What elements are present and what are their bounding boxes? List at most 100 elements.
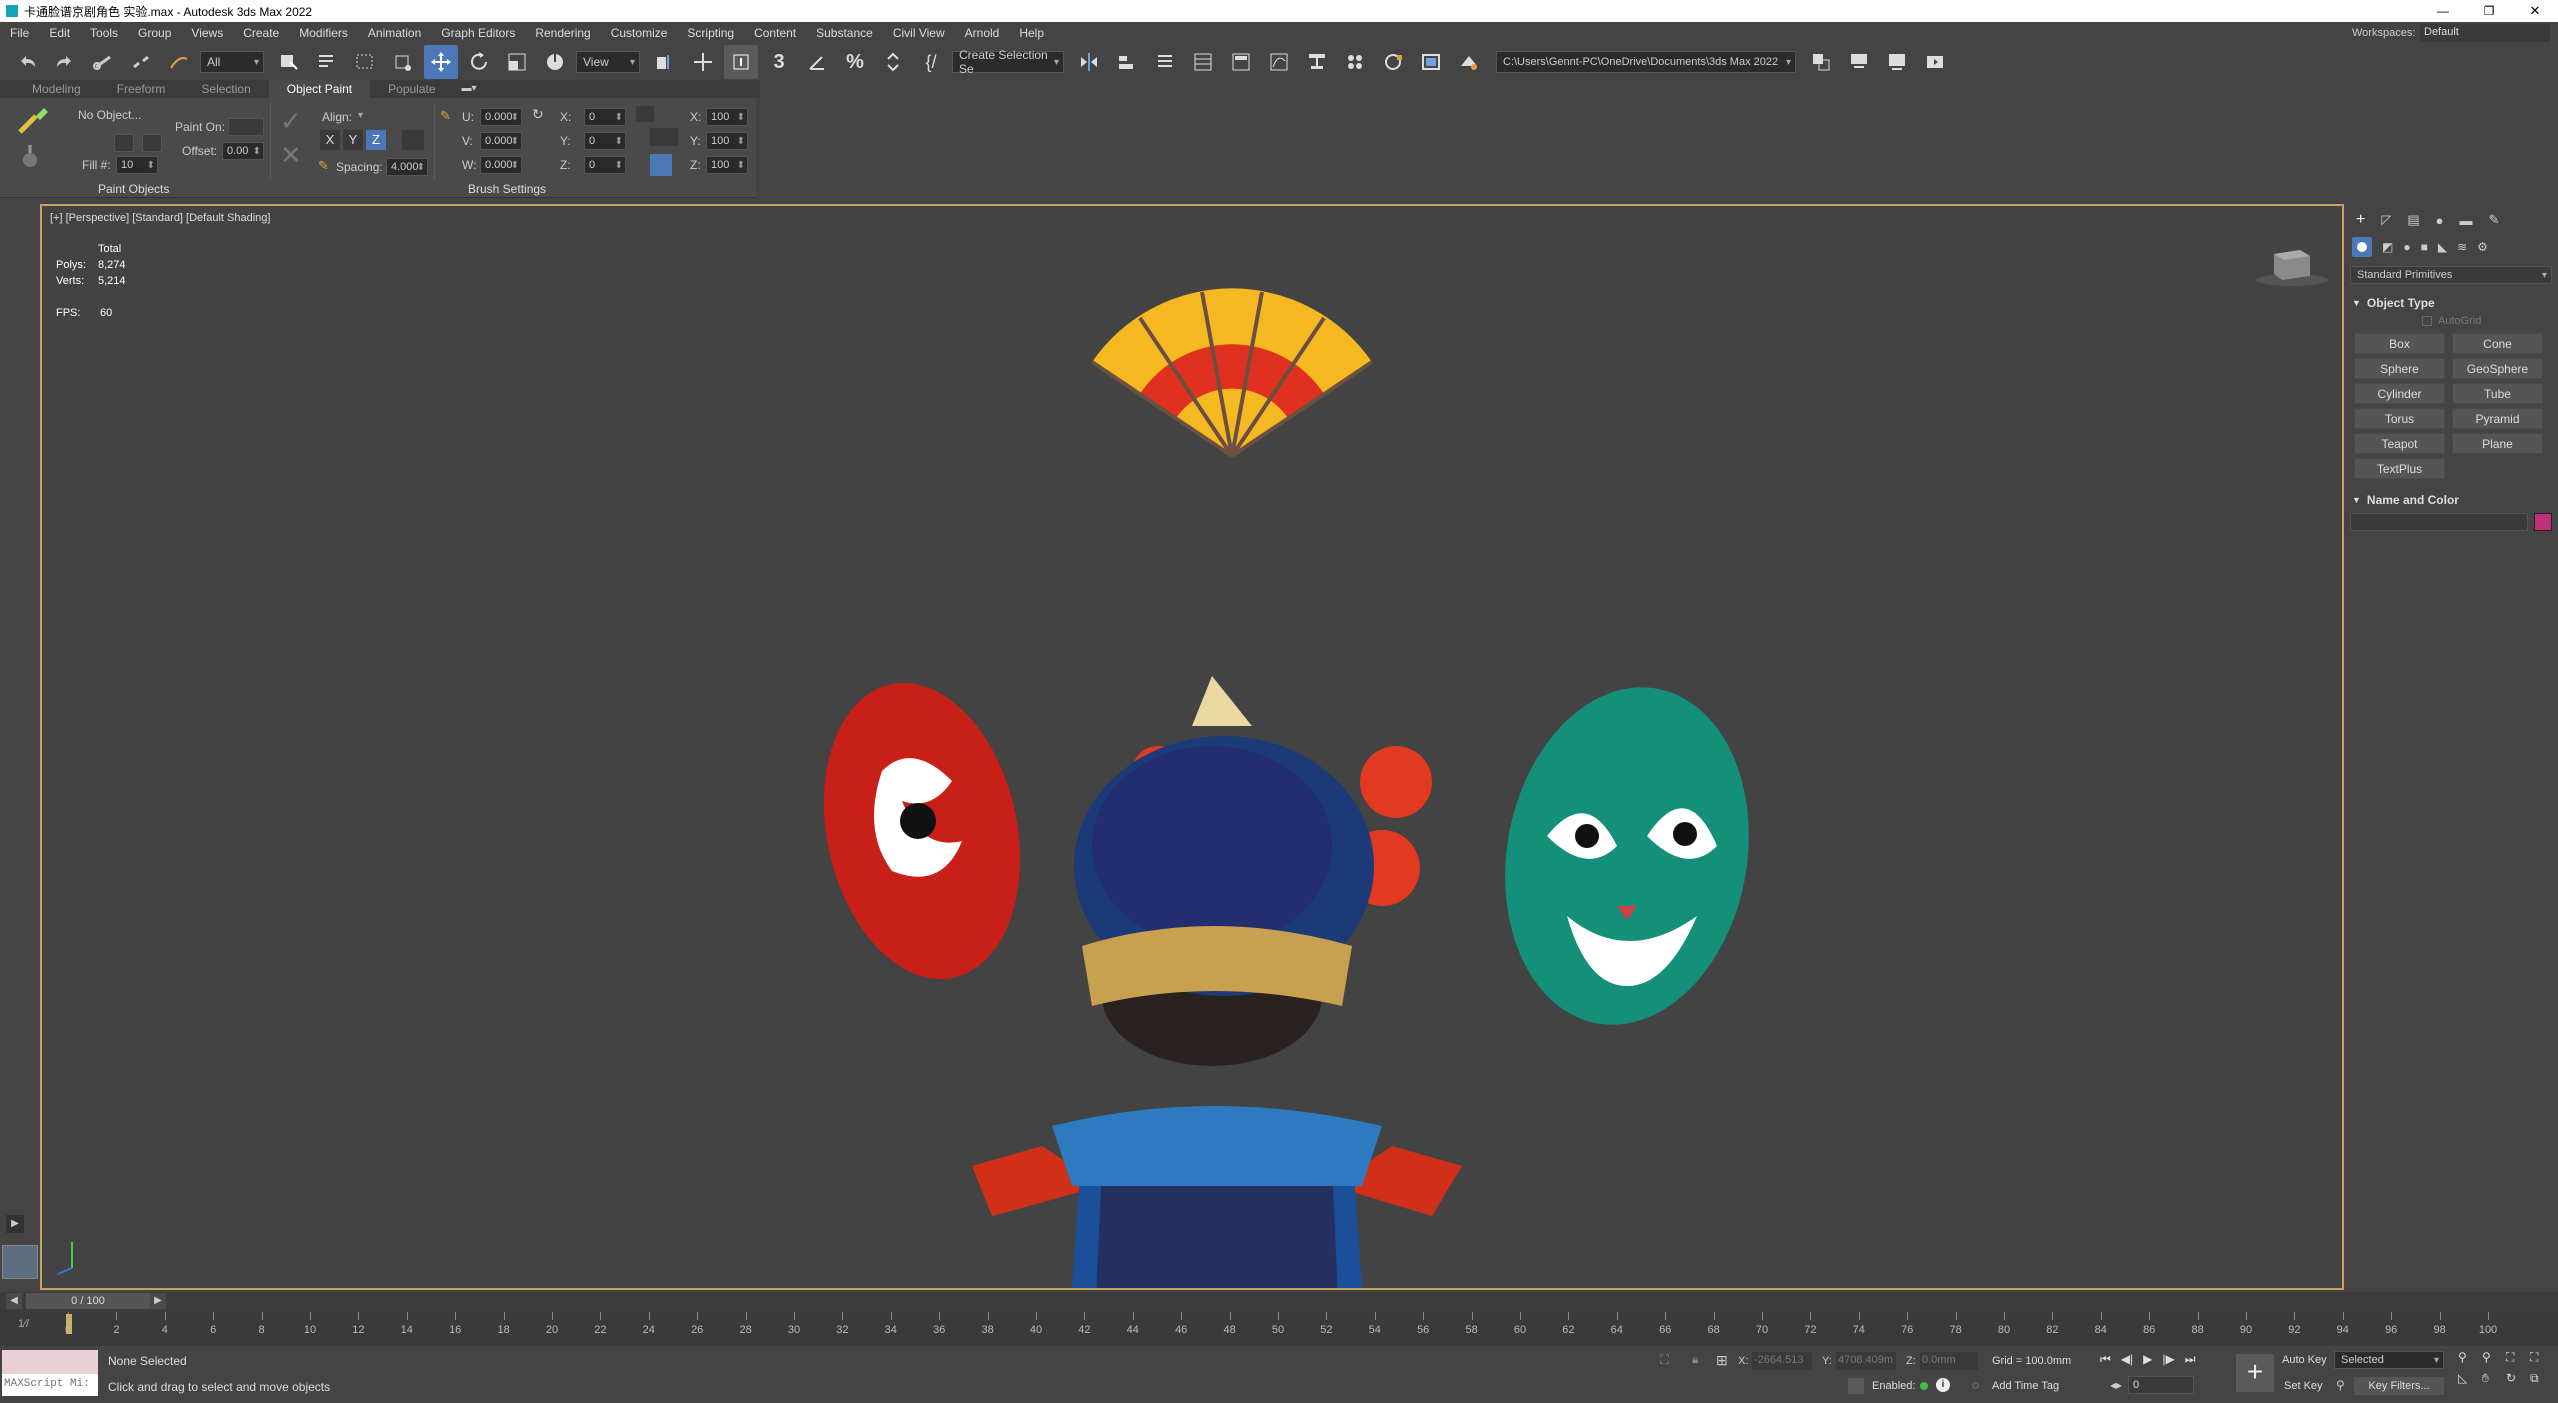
selection-lock-icon[interactable]: 🔒︎ xyxy=(1692,1352,1698,1367)
select-place-icon[interactable] xyxy=(538,45,572,79)
cameras-icon[interactable]: ■ xyxy=(2421,240,2428,254)
commit-checkmark-icon[interactable]: ✓ xyxy=(280,106,302,137)
close-button[interactable]: ✕ xyxy=(2512,0,2558,22)
object-name-input[interactable] xyxy=(2350,513,2528,531)
lights-icon[interactable]: ● xyxy=(2403,240,2410,254)
toggle-scene-explorer-icon[interactable] xyxy=(1148,45,1182,79)
brush-settings-group-label[interactable]: Brush Settings xyxy=(468,182,546,196)
auto-key-button[interactable]: Auto Key xyxy=(2282,1354,2327,1366)
redo-icon[interactable] xyxy=(48,45,82,79)
material-editor-icon[interactable] xyxy=(1338,45,1372,79)
select-move-icon[interactable] xyxy=(424,45,458,79)
spacing-spinner[interactable]: 4.000 xyxy=(386,158,428,176)
menu-item-substance[interactable]: Substance xyxy=(816,26,873,40)
region-select-icon[interactable] xyxy=(348,45,382,79)
cone-button[interactable]: Cone xyxy=(2452,333,2543,354)
y-coord-field[interactable]: 4708.409m xyxy=(1836,1352,1896,1370)
autogrid-checkbox[interactable]: AutoGrid xyxy=(2422,315,2554,327)
fov-icon[interactable]: ◺ xyxy=(2458,1371,2480,1386)
teapot-button[interactable]: Teapot xyxy=(2354,433,2445,454)
no-object-dropdown[interactable]: No Object... xyxy=(78,108,141,122)
menu-item-help[interactable]: Help xyxy=(1019,26,1044,40)
cancel-x-icon[interactable]: ✕ xyxy=(280,140,302,171)
rot-x-spinner[interactable]: 0 xyxy=(584,108,626,126)
edit-named-selection-icon[interactable]: {/ xyxy=(914,45,948,79)
workspace-dropdown[interactable]: Default xyxy=(2420,24,2550,42)
motion-tab-icon[interactable]: ● xyxy=(2436,213,2444,228)
align-dropdown-arrow[interactable]: ▾ xyxy=(358,110,363,121)
time-slider-thumb[interactable]: 0 / 100 xyxy=(26,1293,150,1309)
helpers-icon[interactable]: ◣ xyxy=(2438,240,2447,254)
ribbon-pin-icon[interactable]: ▬▾ xyxy=(454,80,485,98)
paint-on-picker[interactable] xyxy=(228,118,264,136)
project-icon-4[interactable] xyxy=(1918,45,1952,79)
zoom-extents-icon[interactable]: ⛶ xyxy=(2506,1350,2528,1365)
create-tab-icon[interactable]: + xyxy=(2356,211,2365,229)
play-icon[interactable]: ▶ xyxy=(2143,1352,2152,1367)
w-spinner[interactable]: 0.000 xyxy=(480,156,522,174)
menu-item-edit[interactable]: Edit xyxy=(49,26,70,40)
isolate-selection-icon[interactable]: ⛶ xyxy=(1660,1352,1669,1368)
rotate-icon[interactable]: ↻ xyxy=(532,106,544,123)
zoom-extents-all-icon[interactable]: ⛶ xyxy=(2530,1350,2552,1365)
menu-item-rendering[interactable]: Rendering xyxy=(535,26,590,40)
project-icon-1[interactable] xyxy=(1804,45,1838,79)
shapes-icon[interactable]: ◩ xyxy=(2382,240,2393,254)
geometry-icon[interactable] xyxy=(2352,237,2372,257)
orbit-icon[interactable]: ↻ xyxy=(2506,1371,2528,1386)
selection-filter-dropdown[interactable]: All xyxy=(200,51,264,73)
percent-snap-icon[interactable]: % xyxy=(838,45,872,79)
utilities-tab-icon[interactable]: ✎ xyxy=(2489,212,2500,228)
pyramid-button[interactable]: Pyramid xyxy=(2452,408,2543,429)
time-slider-prev[interactable]: ◀ xyxy=(6,1293,22,1309)
select-by-name-icon[interactable] xyxy=(310,45,344,79)
display-tab-icon[interactable]: ▬ xyxy=(2460,213,2473,228)
scale-lock-icon[interactable] xyxy=(650,154,672,176)
object-type-header[interactable]: ▼ Object Type xyxy=(2350,294,2554,312)
menu-item-views[interactable]: Views xyxy=(191,26,223,40)
minimize-button[interactable]: — xyxy=(2420,0,2466,22)
selected-dropdown[interactable]: Selected xyxy=(2334,1351,2444,1369)
scale-icon[interactable] xyxy=(636,106,654,122)
info-icon[interactable]: i xyxy=(1936,1378,1950,1392)
pivot-center-icon[interactable] xyxy=(648,45,682,79)
select-manipulate-icon[interactable] xyxy=(686,45,720,79)
time-slider-next[interactable]: ▶ xyxy=(150,1293,166,1309)
spacewarps-icon[interactable]: ≋ xyxy=(2457,240,2467,254)
adaptive-degradation-icon[interactable] xyxy=(1848,1378,1864,1394)
ribbon-tab-populate[interactable]: Populate xyxy=(370,80,453,98)
paint-brush-button[interactable] xyxy=(14,104,54,138)
set-key-big-icon[interactable]: + xyxy=(2236,1354,2274,1392)
pan-view-icon[interactable]: ✋︎ xyxy=(2482,1371,2504,1386)
render-production-icon[interactable] xyxy=(1452,45,1486,79)
expand-layout-icon[interactable]: ▶ xyxy=(6,1215,24,1233)
plane-button[interactable]: Plane xyxy=(2452,433,2543,454)
layout-thumbnail[interactable] xyxy=(2,1245,38,1279)
maxscript-listener-color[interactable] xyxy=(2,1350,98,1374)
maxscript-input[interactable]: MAXScript Mi: xyxy=(2,1374,98,1396)
menu-item-file[interactable]: File xyxy=(10,26,29,40)
schematic-view-icon[interactable] xyxy=(1300,45,1334,79)
previous-frame-icon[interactable]: ◀| xyxy=(2121,1352,2133,1367)
mirror-icon[interactable] xyxy=(1072,45,1106,79)
enabled-indicator[interactable] xyxy=(1920,1382,1928,1390)
sphere-button[interactable]: Sphere xyxy=(2354,358,2445,379)
geosphere-button[interactable]: GeoSphere xyxy=(2452,358,2543,379)
select-scale-icon[interactable] xyxy=(500,45,534,79)
systems-icon[interactable]: ⚙ xyxy=(2477,240,2488,254)
axis-z-button[interactable]: Z xyxy=(366,130,386,150)
add-time-tag[interactable]: Add Time Tag xyxy=(1992,1380,2059,1392)
textplus-button[interactable]: TextPlus xyxy=(2354,458,2445,479)
menu-item-animation[interactable]: Animation xyxy=(368,26,421,40)
ribbon-tab-selection[interactable]: Selection xyxy=(183,80,268,98)
menu-item-tools[interactable]: Tools xyxy=(90,26,118,40)
render-setup-icon[interactable] xyxy=(1376,45,1410,79)
zoom-icon[interactable]: ⚲ xyxy=(2458,1350,2480,1365)
perspective-viewport[interactable]: [+] [Perspective] [Standard] [Default Sh… xyxy=(40,204,2344,1290)
link-icon[interactable] xyxy=(86,45,120,79)
pick-list-button[interactable] xyxy=(142,134,162,152)
absolute-mode-icon[interactable]: ⊞ xyxy=(1716,1352,1728,1369)
go-to-start-icon[interactable]: ⏮ xyxy=(2100,1352,2111,1367)
select-object-icon[interactable] xyxy=(272,45,306,79)
box-button[interactable]: Box xyxy=(2354,333,2445,354)
